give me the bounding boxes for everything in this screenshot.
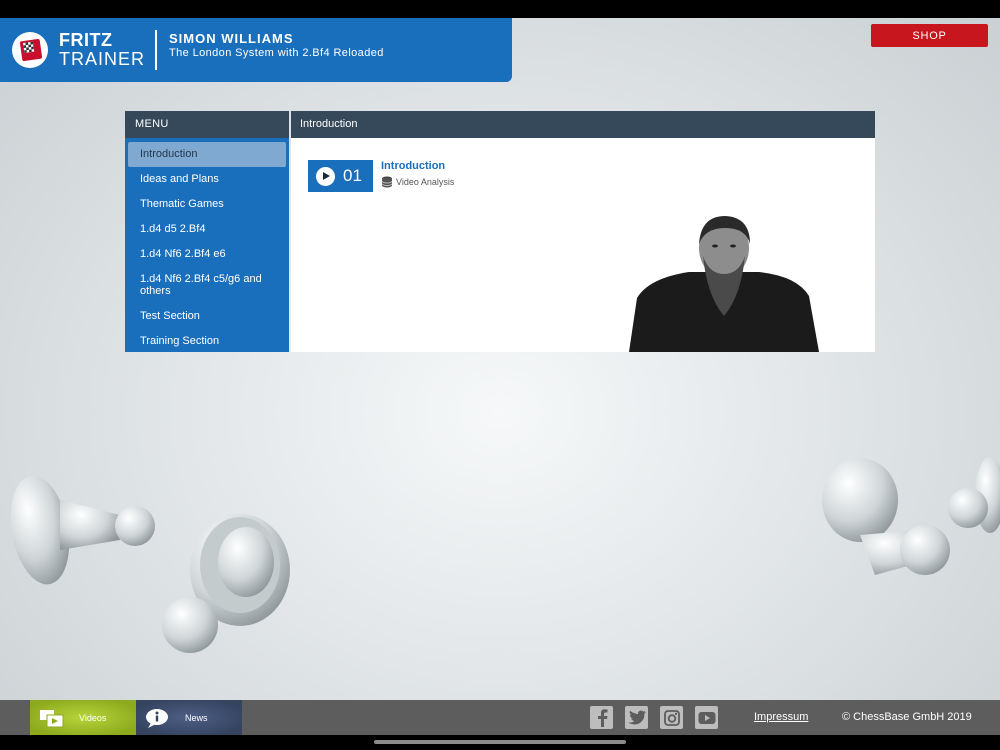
news-icon	[146, 708, 168, 728]
menu-item-d4-nf6-bf4-e6[interactable]: 1.d4 Nf6 2.Bf4 e6	[128, 242, 286, 267]
tab-news-label: News	[185, 712, 208, 723]
fritz-trainer-logo	[12, 32, 48, 68]
lesson-number: 01	[343, 166, 362, 185]
section-title: Introduction	[291, 111, 875, 138]
menu-item-thematic-games[interactable]: Thematic Games	[128, 192, 286, 217]
lesson-play-button[interactable]: 01	[308, 160, 373, 192]
tab-videos-label: Videos	[79, 712, 107, 723]
menu-item-d4-d5-bf4[interactable]: 1.d4 d5 2.Bf4	[128, 217, 286, 242]
status-bar	[0, 0, 1000, 18]
lesson-title[interactable]: Introduction	[381, 160, 445, 172]
video-icon	[40, 709, 64, 727]
instagram-icon[interactable]	[660, 706, 683, 729]
tab-videos[interactable]: Videos	[30, 700, 136, 735]
youtube-icon[interactable]	[695, 706, 718, 729]
menu-list: Introduction Ideas and Plans Thematic Ga…	[125, 138, 289, 352]
home-indicator[interactable]	[374, 740, 626, 744]
app-header: FRITZ TRAINER SIMON WILLIAMS The London …	[0, 18, 512, 82]
menu-item-introduction[interactable]: Introduction	[128, 142, 286, 167]
menu-item-training-section[interactable]: Training Section	[128, 329, 286, 354]
menu-item-test-section[interactable]: Test Section	[128, 304, 286, 329]
facebook-icon[interactable]	[590, 706, 613, 729]
brand-name: FRITZ TRAINER	[59, 31, 145, 68]
lesson-type: Video Analysis	[396, 177, 455, 187]
lesson-content: 01 Introduction Video Analysis	[291, 138, 875, 352]
presenter-photo	[629, 216, 819, 352]
menu-item-d4-nf6-bf4-c5-g6[interactable]: 1.d4 Nf6 2.Bf4 c5/g6 and others	[128, 267, 286, 304]
header-divider	[155, 30, 157, 70]
tab-news[interactable]: News	[136, 700, 242, 735]
logo-book-icon	[19, 38, 43, 62]
copyright-text: © ChessBase GmbH 2019	[842, 711, 972, 723]
chess-pieces-decoration	[10, 457, 1000, 653]
author-name: SIMON WILLIAMS	[169, 31, 294, 46]
play-icon	[316, 166, 335, 186]
shop-button[interactable]: SHOP	[871, 24, 988, 47]
footer-bar: Videos News Impressum © ChessBase GmbH 2…	[0, 700, 1000, 735]
impressum-link[interactable]: Impressum	[754, 711, 808, 723]
database-icon	[381, 176, 393, 188]
menu-header: MENU	[125, 111, 289, 138]
brand-line-2: TRAINER	[59, 49, 146, 69]
menu-item-ideas-and-plans[interactable]: Ideas and Plans	[128, 167, 286, 192]
course-title: The London System with 2.Bf4 Reloaded	[169, 47, 384, 59]
twitter-icon[interactable]	[625, 706, 648, 729]
brand-line-1: FRITZ	[59, 30, 113, 50]
